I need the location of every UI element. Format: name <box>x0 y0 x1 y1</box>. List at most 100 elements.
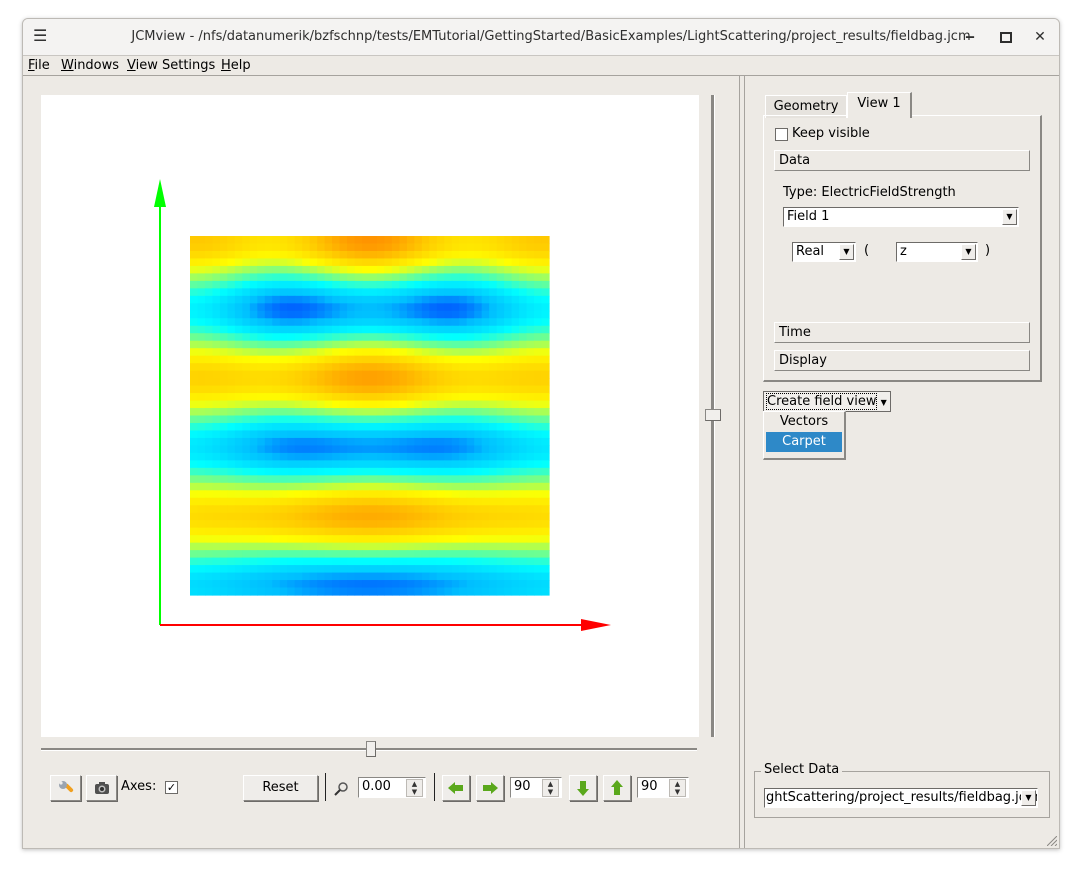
field-cell <box>302 295 311 304</box>
field-cell <box>309 348 318 357</box>
field-cell <box>302 273 311 282</box>
vertical-slider-handle[interactable] <box>705 409 721 421</box>
field-cell <box>324 430 333 439</box>
field-cell <box>406 460 415 469</box>
field-cell <box>369 340 378 349</box>
menu-view-settings[interactable]: View Settings <box>127 58 215 73</box>
field-cell <box>190 385 199 394</box>
rotate-right-button[interactable] <box>476 775 504 801</box>
field-cell <box>541 348 550 357</box>
field-cell <box>302 325 311 334</box>
field-cell <box>519 250 528 260</box>
field-cell <box>526 400 535 409</box>
field-cell <box>197 400 206 409</box>
field-cell <box>526 505 535 514</box>
field-cell <box>204 318 214 327</box>
field-cell <box>332 250 341 260</box>
vertical-angle-spinbox[interactable]: 90 ▲ ▼ <box>637 777 689 798</box>
horizontal-slider-handle[interactable] <box>366 741 376 757</box>
part-select[interactable]: Real ▼ <box>792 242 856 262</box>
settings-button[interactable] <box>50 775 81 801</box>
menu-file[interactable]: File <box>28 58 50 73</box>
field-cell <box>436 273 445 282</box>
resize-grip-icon[interactable] <box>1047 836 1057 846</box>
field-cell <box>489 295 498 304</box>
field-cell <box>302 565 311 574</box>
panel-splitter[interactable] <box>739 75 745 848</box>
vertical-angle-spin-arrows[interactable]: ▲ ▼ <box>669 779 686 797</box>
snapshot-button[interactable] <box>86 775 117 801</box>
field-cell <box>474 385 483 394</box>
menu-help[interactable]: Help <box>221 58 251 73</box>
field-cell <box>496 303 505 312</box>
tab-view-1[interactable]: View 1 <box>847 92 912 118</box>
field-cell <box>504 497 513 506</box>
field-cell <box>249 363 258 372</box>
field-cell <box>204 482 214 491</box>
horizontal-angle-spinbox[interactable]: 90 ▲ ▼ <box>510 777 562 798</box>
field-cell <box>534 587 543 596</box>
field-cell <box>257 310 266 319</box>
field-cell <box>272 415 281 424</box>
field-cell <box>332 333 341 342</box>
field-cell <box>526 393 535 402</box>
field-cell <box>474 340 483 349</box>
field-cell <box>429 236 438 245</box>
field-cell <box>249 520 258 529</box>
field-cell <box>451 370 460 379</box>
field-cell <box>219 273 228 282</box>
create-field-view-button[interactable]: Create field view ▼ <box>763 391 891 412</box>
field-cell <box>212 243 221 252</box>
rotate-up-button[interactable] <box>603 775 631 801</box>
menu-item-vectors[interactable]: Vectors <box>764 412 844 432</box>
field-cell <box>459 325 468 334</box>
render-viewport[interactable] <box>41 95 699 737</box>
maximize-button[interactable] <box>997 28 1015 46</box>
field-cell <box>466 550 475 559</box>
field-cell <box>474 482 483 491</box>
field-cell <box>511 565 520 574</box>
minimize-button[interactable]: ‒ <box>961 28 979 46</box>
field-select[interactable]: Field 1 ▼ <box>783 207 1019 227</box>
field-cell <box>369 348 378 357</box>
field-cell <box>219 527 228 536</box>
field-cell <box>481 393 490 402</box>
menu-item-carpet[interactable]: Carpet <box>766 432 842 452</box>
field-cell <box>391 348 401 357</box>
zoom-spinbox[interactable]: 0.00 ▲ ▼ <box>358 777 426 798</box>
section-display-header[interactable]: Display <box>774 350 1030 371</box>
section-data-header[interactable]: Data <box>774 150 1030 171</box>
field-cell <box>474 243 483 252</box>
keep-visible-checkbox[interactable] <box>775 128 788 141</box>
field-cell <box>317 363 326 372</box>
field-cell <box>384 333 393 342</box>
component-select[interactable]: z ▼ <box>896 242 978 262</box>
field-cell <box>339 437 348 447</box>
axes-checkbox[interactable]: ✓ <box>165 781 178 794</box>
close-button[interactable]: ✕ <box>1031 28 1049 46</box>
field-cell <box>459 550 468 559</box>
field-cell <box>249 505 258 514</box>
field-cell <box>534 467 543 476</box>
field-cell <box>399 408 408 417</box>
section-time-header[interactable]: Time <box>774 322 1030 343</box>
reset-button[interactable]: Reset <box>243 775 318 801</box>
field-cell <box>511 288 520 297</box>
field-cell <box>511 236 520 245</box>
menu-windows[interactable]: Windows <box>61 58 119 73</box>
wrench-icon <box>58 780 73 792</box>
field-cell <box>264 527 273 536</box>
zoom-spin-arrows[interactable]: ▲ ▼ <box>406 779 423 797</box>
field-cell <box>362 243 371 252</box>
horizontal-angle-spin-arrows[interactable]: ▲ ▼ <box>542 779 559 797</box>
field-cell <box>302 340 311 349</box>
field-cell <box>504 408 513 417</box>
field-cell <box>242 505 251 514</box>
field-cell <box>212 542 221 551</box>
select-data-combo[interactable]: ghtScattering/project_results/fieldbag.j… <box>764 788 1038 808</box>
rotate-down-button[interactable] <box>569 775 597 801</box>
field-cell <box>504 430 513 439</box>
field-cell <box>309 400 318 409</box>
rotate-left-button[interactable] <box>442 775 470 801</box>
field-cell <box>227 265 236 274</box>
